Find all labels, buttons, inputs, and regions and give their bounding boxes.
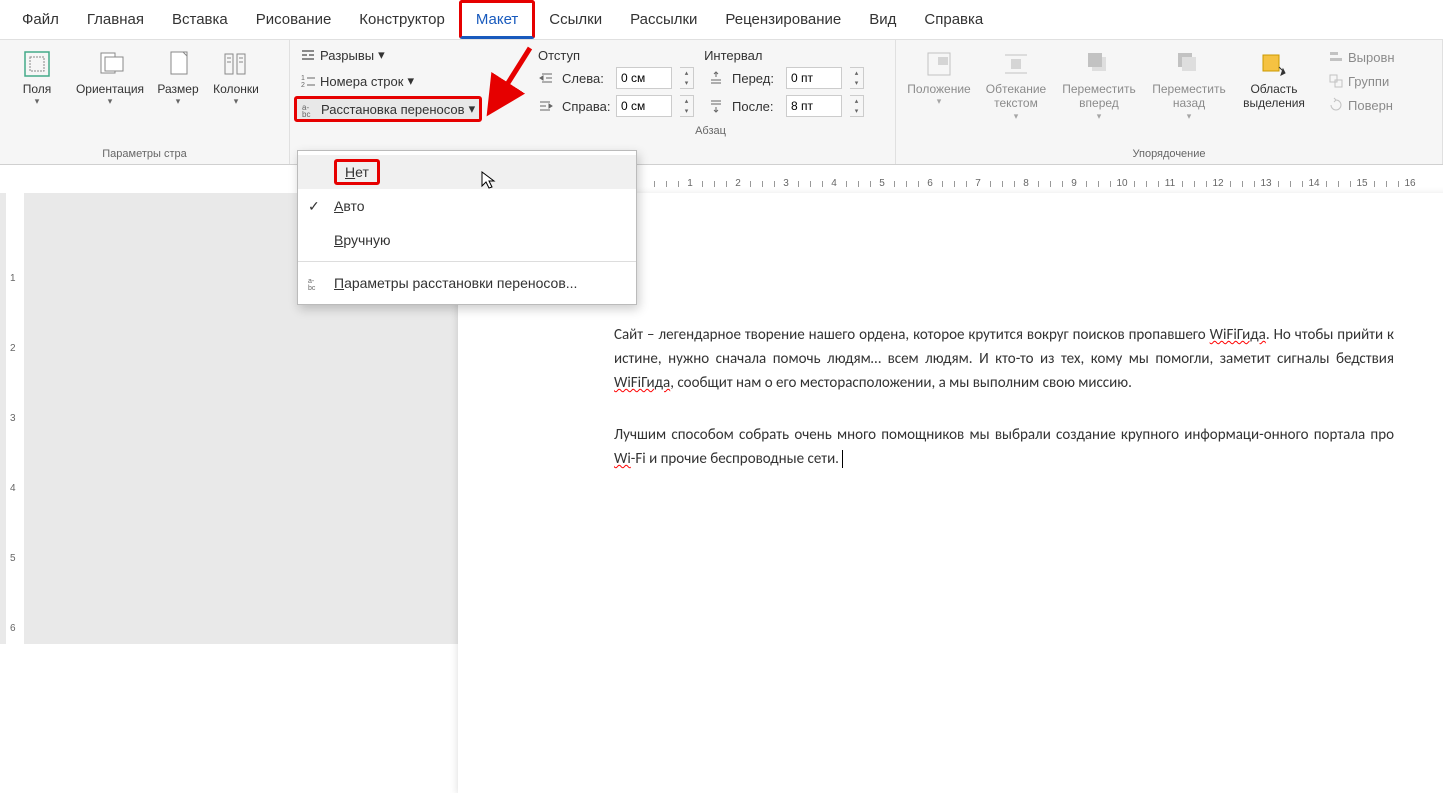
group-icon — [1328, 73, 1344, 89]
group-arrange: Положение ▾ Обтекание текстом ▾ Перемест… — [896, 40, 1443, 164]
dropdown-item-options[interactable]: a-bc Параметры расстановки переносов... … — [298, 266, 636, 300]
tab-layout[interactable]: Макет — [459, 0, 535, 39]
group-page-setup: Поля ▾ Ориентация ▾ Размер ▾ Колонки ▾ П… — [0, 40, 290, 164]
svg-text:bc: bc — [302, 110, 310, 117]
tab-references[interactable]: Ссылки — [535, 3, 616, 36]
tab-review[interactable]: Рецензирование — [711, 3, 855, 36]
dropdown-item-none[interactable]: Нет Нет — [298, 155, 636, 189]
spacing-after-input[interactable] — [786, 95, 842, 117]
hyphenation-icon: a-bc — [301, 101, 317, 117]
columns-icon — [220, 48, 252, 80]
indent-left-input[interactable] — [616, 67, 672, 89]
send-backward-button[interactable]: Переместить назад ▾ — [1146, 44, 1232, 144]
line-numbers-icon: 12 — [300, 73, 316, 89]
tab-view[interactable]: Вид — [855, 3, 910, 36]
hyphenation-button[interactable]: a-bc Расстановка переносов ▾ — [294, 96, 482, 122]
rotate-icon — [1328, 97, 1344, 113]
tab-draw[interactable]: Рисование — [242, 3, 346, 36]
hyphenation-options-icon: a-bc — [306, 275, 324, 291]
chevron-down-icon: ▾ — [108, 96, 113, 107]
spacing-before-icon — [708, 70, 724, 86]
ribbon: Поля ▾ Ориентация ▾ Размер ▾ Колонки ▾ П… — [0, 40, 1443, 165]
tab-insert[interactable]: Вставка — [158, 3, 242, 36]
tab-home[interactable]: Главная — [73, 3, 158, 36]
spinner[interactable]: ▴▾ — [680, 95, 694, 117]
chevron-down-icon: ▾ — [234, 96, 239, 107]
columns-button[interactable]: Колонки ▾ — [208, 44, 264, 144]
indent-header: Отступ — [538, 48, 580, 63]
spacing-before-input[interactable] — [786, 67, 842, 89]
ruler-horizontal[interactable]: /*nums rendered below*/ 1234567891011121… — [28, 175, 1443, 193]
svg-text:2: 2 — [301, 82, 305, 89]
group-label-page-setup: Параметры стра — [6, 144, 283, 160]
chevron-down-icon: ▾ — [407, 73, 414, 89]
group-label-paragraph: Абзац — [532, 121, 889, 137]
spacing-header: Интервал — [704, 48, 762, 63]
align-button[interactable]: Выровн — [1322, 46, 1401, 68]
breaks-icon — [300, 47, 316, 63]
orientation-button[interactable]: Ориентация ▾ — [72, 44, 148, 144]
text-cursor — [839, 450, 843, 468]
chevron-down-icon: ▾ — [1014, 111, 1019, 122]
selection-pane-button[interactable]: Область выделения — [1236, 44, 1312, 144]
chevron-down-icon: ▾ — [937, 96, 942, 107]
orientation-icon — [94, 48, 126, 80]
margins-button[interactable]: Поля ▾ — [6, 44, 68, 144]
selection-pane-icon — [1258, 48, 1290, 80]
tab-help[interactable]: Справка — [910, 3, 997, 36]
paragraph-1[interactable]: Сайт – легендарное творение нашего орден… — [614, 323, 1394, 395]
size-icon — [162, 48, 194, 80]
group-button[interactable]: Группи — [1322, 70, 1401, 92]
spacing-after-icon — [708, 98, 724, 114]
group-label-arrange: Упорядочение — [902, 144, 1436, 160]
paragraph-2[interactable]: Лучшим способом собрать очень много помо… — [614, 423, 1394, 471]
spinner[interactable]: ▴▾ — [850, 67, 864, 89]
line-numbers-button[interactable]: 12 Номера строк ▾ — [294, 70, 482, 92]
rotate-button[interactable]: Поверн — [1322, 94, 1401, 116]
svg-text:1: 1 — [301, 75, 305, 82]
position-button[interactable]: Положение ▾ — [902, 44, 976, 144]
check-icon: ✓ — [308, 198, 320, 215]
chevron-down-icon: ▾ — [469, 101, 476, 117]
wrap-text-button[interactable]: Обтекание текстом ▾ — [980, 44, 1052, 144]
chevron-down-icon: ▾ — [378, 47, 385, 63]
svg-text:bc: bc — [308, 285, 316, 291]
indent-left-icon — [538, 70, 554, 86]
svg-text:a-: a- — [308, 278, 315, 285]
ruler-vertical[interactable]: 123456 — [6, 193, 24, 644]
dropdown-item-auto[interactable]: ✓ Авто Авто — [298, 189, 636, 223]
size-button[interactable]: Размер ▾ — [152, 44, 204, 144]
tab-mailings[interactable]: Рассылки — [616, 3, 711, 36]
send-backward-icon — [1173, 48, 1205, 80]
menu-tabs: Файл Главная Вставка Рисование Конструкт… — [0, 0, 1443, 40]
indent-right-input[interactable] — [616, 95, 672, 117]
dropdown-separator — [298, 261, 636, 262]
spinner[interactable]: ▴▾ — [680, 67, 694, 89]
group-paragraph: Отступ Интервал Слева: ▴▾ Перед: ▴▾ Спра… — [526, 40, 896, 164]
indent-right-icon — [538, 98, 554, 114]
position-icon — [923, 48, 955, 80]
tab-file[interactable]: Файл — [8, 3, 73, 36]
bring-forward-icon — [1083, 48, 1115, 80]
chevron-down-icon: ▾ — [35, 96, 40, 107]
chevron-down-icon: ▾ — [176, 96, 181, 107]
dropdown-item-manual[interactable]: Вручную Вручную — [298, 223, 636, 257]
bring-forward-button[interactable]: Переместить вперед ▾ — [1056, 44, 1142, 144]
wrap-text-icon — [1000, 48, 1032, 80]
chevron-down-icon: ▾ — [1097, 111, 1102, 122]
align-icon — [1328, 49, 1344, 65]
margins-icon — [21, 48, 53, 80]
spinner[interactable]: ▴▾ — [850, 95, 864, 117]
breaks-button[interactable]: Разрывы ▾ — [294, 44, 482, 66]
hyphenation-dropdown: Нет Нет ✓ Авто Авто Вручную Вручную a-bc… — [297, 150, 637, 305]
tab-design[interactable]: Конструктор — [345, 3, 459, 36]
chevron-down-icon: ▾ — [1187, 111, 1192, 122]
document-area: 123456 Сайт – легендарное творение нашег… — [0, 193, 1443, 644]
